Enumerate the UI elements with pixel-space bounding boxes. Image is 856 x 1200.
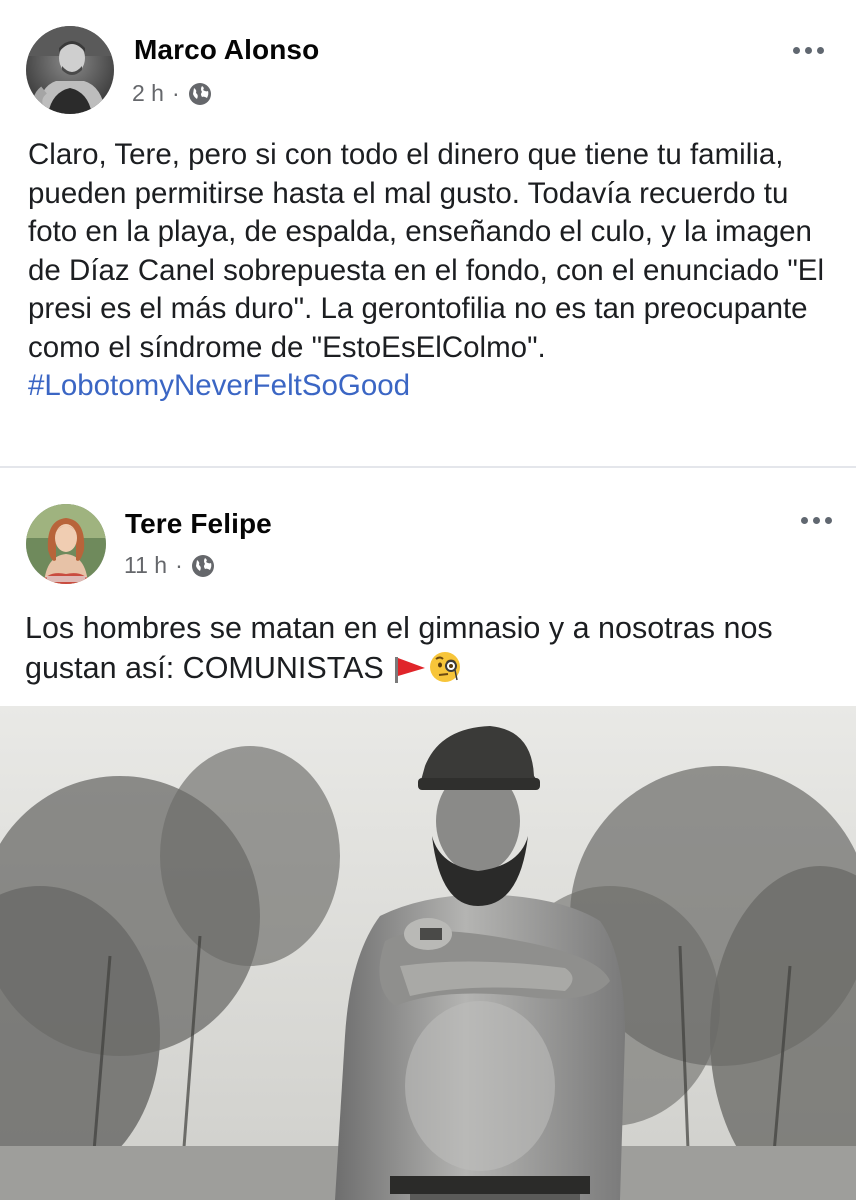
hashtag-link[interactable]: #LobotomyNeverFeltSoGood bbox=[28, 367, 828, 406]
timestamp[interactable]: 2 h bbox=[132, 80, 164, 107]
author-name[interactable]: Tere Felipe bbox=[125, 508, 272, 540]
post-photo[interactable] bbox=[0, 706, 856, 1200]
post-meta: 11 h · bbox=[124, 552, 215, 579]
profile-photo bbox=[26, 504, 106, 584]
globe-icon bbox=[188, 82, 212, 106]
face-with-monocle-emoji bbox=[428, 650, 462, 694]
author-name[interactable]: Marco Alonso bbox=[134, 34, 319, 66]
more-options-icon[interactable] bbox=[786, 40, 830, 60]
globe-icon bbox=[191, 554, 215, 578]
black-and-white-photo bbox=[0, 706, 856, 1200]
post-meta: 2 h · bbox=[132, 80, 212, 107]
profile-photo bbox=[26, 26, 114, 114]
red-flag-emoji bbox=[392, 654, 428, 694]
post-tere: Tere Felipe 11 h · Los hombres se matan … bbox=[0, 468, 856, 1200]
meta-separator: · bbox=[171, 80, 180, 106]
post-text: Los hombres se matan en el gimnasio y a … bbox=[25, 608, 825, 694]
avatar[interactable] bbox=[26, 504, 106, 584]
avatar[interactable] bbox=[26, 26, 114, 114]
timestamp[interactable]: 11 h bbox=[124, 552, 167, 579]
comment-post-marco: Marco Alonso 2 h · Claro, Tere, pero si … bbox=[0, 0, 856, 466]
post-text: Claro, Tere, pero si con todo el dinero … bbox=[28, 136, 828, 406]
post-body: Claro, Tere, pero si con todo el dinero … bbox=[28, 138, 825, 364]
meta-separator: · bbox=[175, 552, 183, 578]
more-options-icon[interactable] bbox=[794, 510, 838, 530]
